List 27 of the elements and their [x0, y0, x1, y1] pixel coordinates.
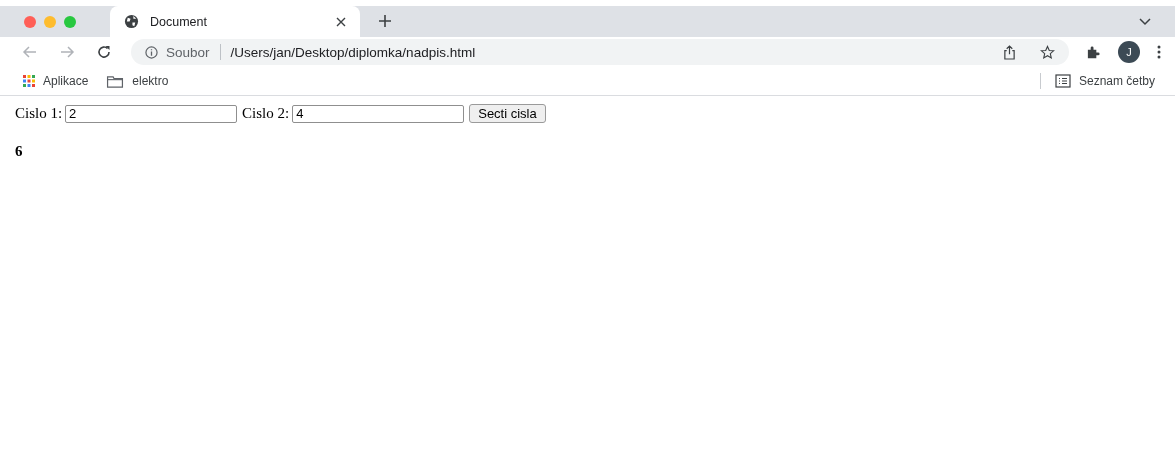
profile-avatar[interactable]: J: [1118, 41, 1140, 63]
number-input[interactable]: 4: [292, 104, 465, 123]
reload-icon[interactable]: [96, 44, 112, 60]
menu-icon[interactable]: [1157, 45, 1161, 59]
result-text: 6: [15, 143, 24, 160]
field-label: Cislo 2:: [242, 105, 290, 122]
sum-button[interactable]: Secti cisla: [469, 104, 546, 123]
star-icon[interactable]: [1040, 44, 1055, 60]
folder-icon: [106, 74, 125, 88]
url-text: /Users/jan/Desktop/diplomka/nadpis.html: [230, 44, 476, 60]
puzzle-icon[interactable]: [1086, 44, 1101, 60]
apps-grid-icon: [23, 75, 35, 87]
globe-icon: [124, 14, 139, 29]
bookmark-link[interactable]: Aplikace: [43, 74, 89, 88]
reading-list-icon[interactable]: [1054, 74, 1071, 88]
new-tab-icon[interactable]: [378, 14, 392, 28]
field-label: Cislo 1:: [15, 105, 63, 122]
info-icon: [145, 45, 158, 59]
reading-list-link[interactable]: Seznam četby: [1078, 74, 1155, 88]
bookmark-link[interactable]: elektro: [132, 74, 169, 88]
address-bar[interactable]: Soubor /Users/jan/Desktop/diplomka/nadpis.html: [131, 39, 1069, 65]
close-tab-icon[interactable]: [336, 16, 346, 27]
number-input[interactable]: 2: [65, 104, 238, 123]
tab-search-icon[interactable]: [1139, 18, 1151, 26]
scheme-label: Soubor: [166, 44, 210, 60]
share-icon[interactable]: [1003, 44, 1016, 60]
browser-tab[interactable]: Document: [110, 6, 360, 37]
